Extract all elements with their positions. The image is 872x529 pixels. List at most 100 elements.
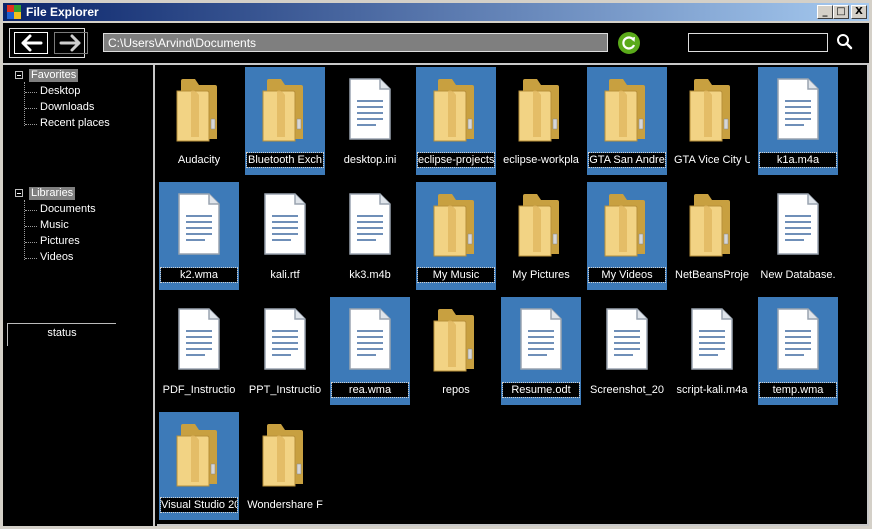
file-name-label: PDF_Instructio bbox=[162, 384, 236, 396]
navigation-pane: Favorites Desktop Downloads Recent place… bbox=[3, 65, 155, 526]
file-name-label: GTA Vice City U bbox=[674, 154, 750, 166]
file-item[interactable]: k1a.m4a bbox=[758, 67, 838, 175]
arrow-right-icon bbox=[59, 34, 81, 52]
search-button[interactable] bbox=[835, 32, 855, 52]
tree-connector bbox=[24, 200, 25, 260]
search-input[interactable] bbox=[688, 33, 828, 52]
tree-connector bbox=[24, 82, 25, 126]
folder-icon bbox=[259, 75, 311, 143]
file-name-label: My Pictures bbox=[512, 269, 570, 281]
folder-item[interactable]: Visual Studio 20 bbox=[159, 412, 239, 520]
tree-connector bbox=[25, 258, 37, 259]
forward-button[interactable] bbox=[54, 32, 88, 54]
search-icon bbox=[837, 34, 853, 50]
document-icon bbox=[772, 305, 824, 373]
title-bar[interactable]: File Explorer _ □ X bbox=[3, 3, 869, 21]
document-icon bbox=[344, 75, 396, 143]
document-icon bbox=[772, 75, 824, 143]
app-icon bbox=[7, 5, 21, 19]
folder-item[interactable]: NetBeansProje bbox=[672, 182, 752, 290]
file-item[interactable]: Resume.odt bbox=[501, 297, 581, 405]
folder-icon bbox=[430, 190, 482, 258]
address-bar[interactable]: C:\Users\Arvind\Documents bbox=[103, 33, 608, 52]
file-name-label: Screenshot_20 bbox=[590, 384, 664, 396]
file-name-label: My Music bbox=[417, 267, 495, 283]
tree-label-favorites[interactable]: Favorites bbox=[29, 69, 79, 82]
file-name-label: NetBeansProje bbox=[675, 269, 749, 281]
folder-icon bbox=[173, 420, 225, 488]
file-name-label: Visual Studio 20 bbox=[160, 497, 238, 513]
file-item[interactable]: PPT_Instructio bbox=[245, 297, 325, 405]
file-name-label: script-kali.m4a bbox=[676, 384, 748, 396]
file-name-label: kk3.m4b bbox=[349, 269, 391, 281]
file-list-view[interactable]: Audacity Bluetooth Exch desktop.ini ecli… bbox=[157, 65, 869, 526]
file-item[interactable]: New Database. bbox=[758, 182, 838, 290]
close-button[interactable]: X bbox=[851, 5, 867, 19]
file-item[interactable]: k2.wma bbox=[159, 182, 239, 290]
sidebar-item-documents[interactable]: Documents bbox=[40, 203, 96, 216]
sidebar-item-desktop[interactable]: Desktop bbox=[40, 85, 80, 98]
file-name-label: temp.wma bbox=[759, 382, 837, 398]
folder-item[interactable]: GTA Vice City U bbox=[672, 67, 752, 175]
collapse-toggle-icon[interactable] bbox=[15, 189, 23, 197]
folder-icon bbox=[515, 75, 567, 143]
folder-icon bbox=[601, 75, 653, 143]
folder-item[interactable]: My Pictures bbox=[501, 182, 581, 290]
minimize-button[interactable]: _ bbox=[817, 5, 833, 19]
file-explorer-window: File Explorer _ □ X C:\Users\Arvind\Docu… bbox=[0, 0, 872, 529]
document-icon bbox=[259, 190, 311, 258]
folder-item[interactable]: Audacity bbox=[159, 67, 239, 175]
folder-item[interactable]: Wondershare F bbox=[245, 412, 325, 520]
file-name-label: k2.wma bbox=[160, 267, 238, 283]
file-item[interactable]: PDF_Instructio bbox=[159, 297, 239, 405]
tree-connector bbox=[25, 242, 37, 243]
file-item[interactable]: script-kali.m4a bbox=[672, 297, 752, 405]
folder-icon bbox=[430, 75, 482, 143]
sidebar-item-downloads[interactable]: Downloads bbox=[40, 101, 94, 114]
tree-label-libraries[interactable]: Libraries bbox=[29, 187, 76, 200]
folder-item[interactable]: My Videos bbox=[587, 182, 667, 290]
folder-item[interactable]: Bluetooth Exch bbox=[245, 67, 325, 175]
collapse-toggle-icon[interactable] bbox=[15, 71, 23, 79]
navigation-buttons bbox=[9, 28, 88, 58]
document-icon bbox=[601, 305, 653, 373]
maximize-button[interactable]: □ bbox=[833, 5, 849, 19]
folder-icon bbox=[686, 75, 738, 143]
file-item[interactable]: rea.wma bbox=[330, 297, 410, 405]
file-name-label: Wondershare F bbox=[247, 499, 323, 511]
back-button[interactable] bbox=[14, 32, 48, 54]
folder-item[interactable]: eclipse-workpla bbox=[501, 67, 581, 175]
sidebar-item-pictures[interactable]: Pictures bbox=[40, 235, 80, 248]
file-item[interactable]: temp.wma bbox=[758, 297, 838, 405]
client-area: C:\Users\Arvind\Documents Favorites Desk… bbox=[3, 23, 869, 526]
folder-icon bbox=[430, 305, 482, 373]
sidebar-item-recent-places[interactable]: Recent places bbox=[40, 117, 110, 130]
file-item[interactable]: kk3.m4b bbox=[330, 182, 410, 290]
file-name-label: GTA San Andre bbox=[588, 152, 666, 168]
file-item[interactable]: Screenshot_20 bbox=[587, 297, 667, 405]
file-name-label: Audacity bbox=[177, 154, 221, 166]
tree-connector bbox=[25, 226, 37, 227]
file-name-label: k1a.m4a bbox=[759, 152, 837, 168]
file-name-label: My Videos bbox=[588, 267, 666, 283]
file-name-label: PPT_Instructio bbox=[248, 384, 322, 396]
refresh-icon bbox=[622, 36, 636, 50]
folder-item[interactable]: GTA San Andre bbox=[587, 67, 667, 175]
folder-icon bbox=[686, 190, 738, 258]
document-icon bbox=[686, 305, 738, 373]
folder-item[interactable]: My Music bbox=[416, 182, 496, 290]
file-item[interactable]: kali.rtf bbox=[245, 182, 325, 290]
file-item[interactable]: desktop.ini bbox=[330, 67, 410, 175]
file-name-label: eclipse-projects bbox=[417, 152, 495, 168]
file-name-label: rea.wma bbox=[331, 382, 409, 398]
file-name-label: repos bbox=[442, 384, 470, 396]
refresh-button[interactable] bbox=[618, 32, 640, 54]
tree-connector bbox=[25, 124, 37, 125]
sidebar-item-videos[interactable]: Videos bbox=[40, 251, 73, 264]
arrow-left-icon bbox=[21, 34, 43, 52]
document-icon bbox=[259, 305, 311, 373]
toolbar: C:\Users\Arvind\Documents bbox=[3, 23, 869, 65]
folder-item[interactable]: repos bbox=[416, 297, 496, 405]
folder-item[interactable]: eclipse-projects bbox=[416, 67, 496, 175]
sidebar-item-music[interactable]: Music bbox=[40, 219, 69, 232]
